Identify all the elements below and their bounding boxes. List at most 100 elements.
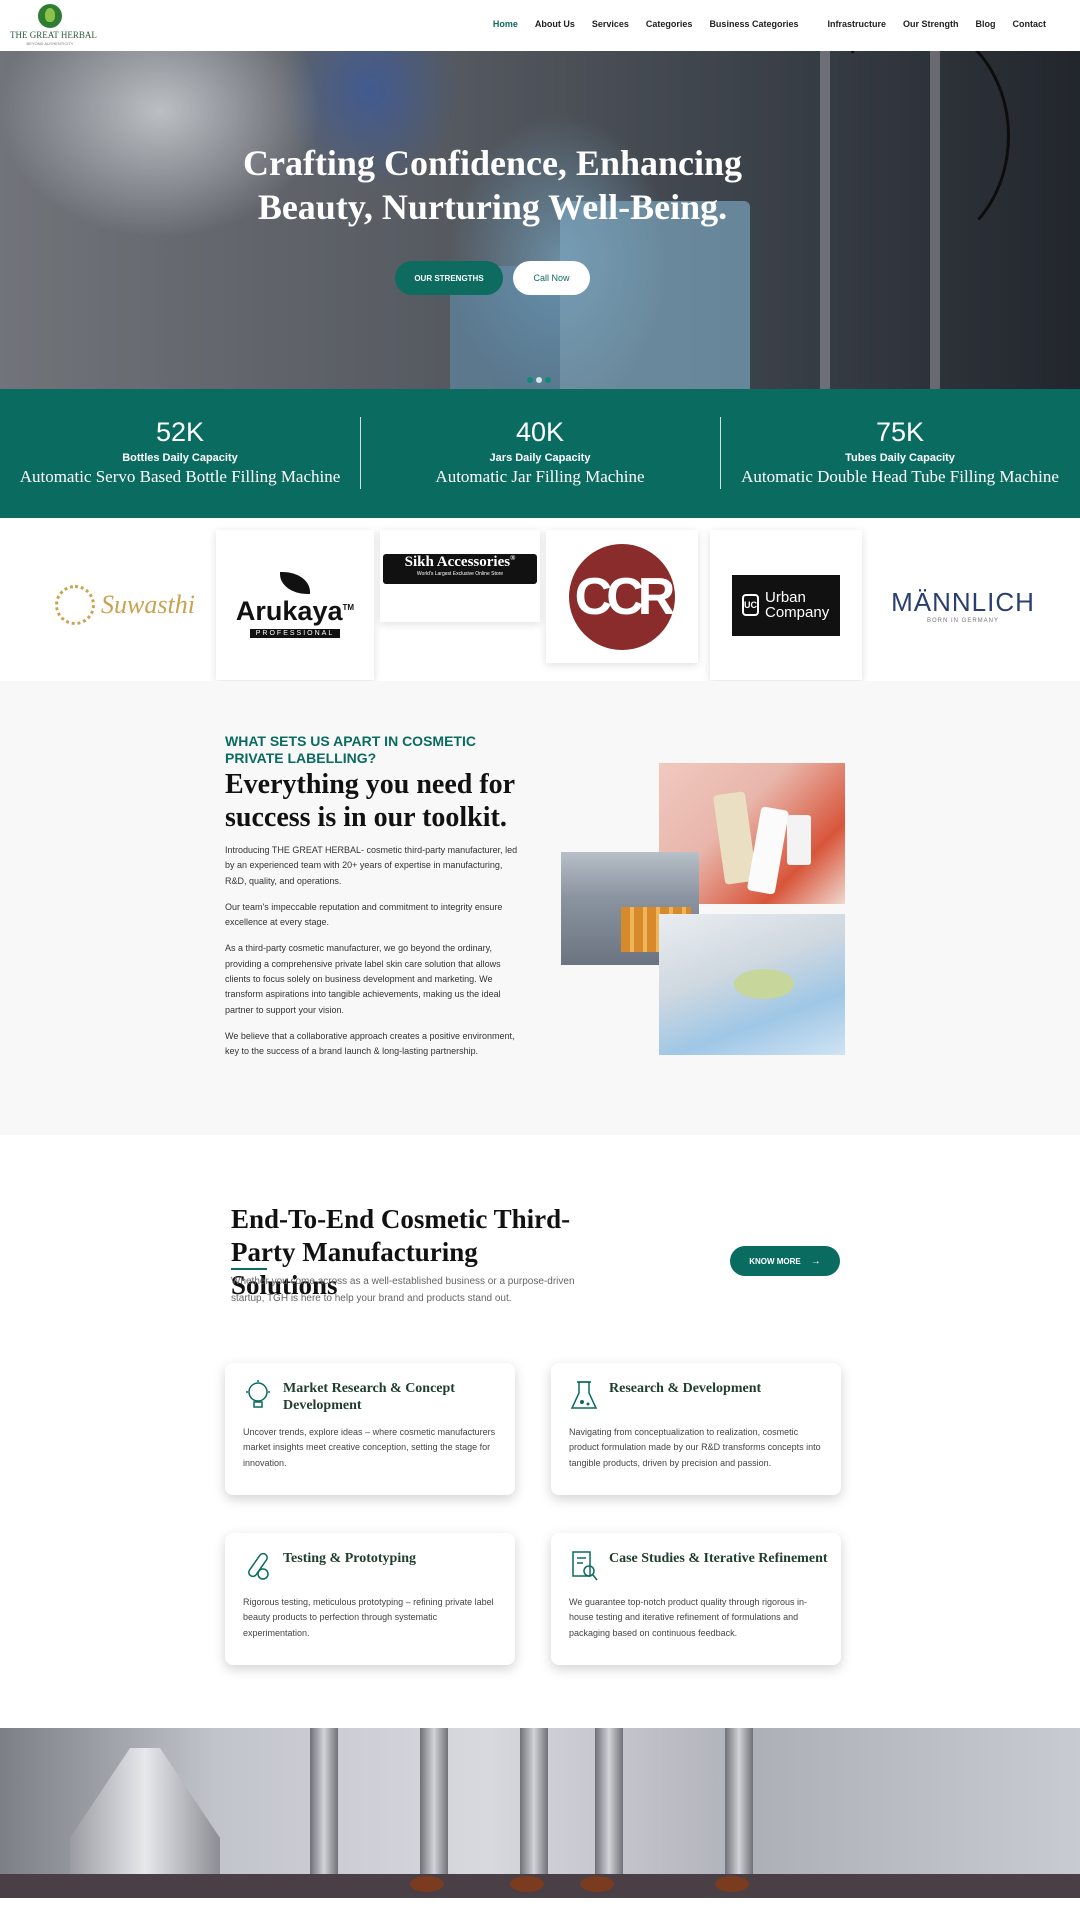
nav-home[interactable]: Home xyxy=(493,19,518,29)
ccr-wordmark: CCR xyxy=(569,543,675,650)
page-bottom-strip xyxy=(0,1898,1080,1920)
stat-label: Bottles Daily Capacity xyxy=(122,452,238,464)
urban-logo-box: UC Urban Company xyxy=(732,574,840,636)
nav-infrastructure[interactable]: Infrastructure xyxy=(827,19,886,29)
stat-bottles: 52K Bottles Daily Capacity Automatic Ser… xyxy=(0,389,360,518)
slider-dot-2[interactable] xyxy=(536,377,542,383)
brand-logo-suwasthi: Suwasthi xyxy=(40,530,210,680)
brand-logo-arukaya: ArukayaTM PROFESSIONAL xyxy=(216,530,374,680)
nav-about-us[interactable]: About Us xyxy=(535,19,575,29)
stat-description: Automatic Double Head Tube Filling Machi… xyxy=(741,467,1059,486)
suwasthi-emblem-icon xyxy=(55,585,96,625)
nav-categories[interactable]: Categories xyxy=(646,19,693,29)
service-card-testing-prototyping[interactable]: Testing & Prototyping Rigorous testing, … xyxy=(225,1533,515,1665)
lab-research-image xyxy=(659,914,845,1055)
logo-text: THE GREAT HERBAL xyxy=(10,30,97,40)
our-strengths-button[interactable]: OUR STRENGTHS xyxy=(395,261,503,295)
bottle-cap xyxy=(410,1876,444,1892)
solutions-section: End-To-End Cosmetic Third-Party Manufact… xyxy=(0,1135,1080,1728)
solutions-subtitle: Whether you come across as a well-establ… xyxy=(231,1276,575,1304)
card-text: We guarantee top-notch product quality t… xyxy=(569,1597,807,1638)
test-tube-icon xyxy=(248,1552,269,1580)
site-logo[interactable]: THE GREAT HERBAL BEYOND AUTHENTICITY xyxy=(10,4,97,48)
nav-services[interactable]: Services xyxy=(592,19,629,29)
slider-dot-1[interactable] xyxy=(527,377,533,383)
arrow-right-icon: → xyxy=(810,1255,821,1267)
logo-tagline: BEYOND AUTHENTICITY xyxy=(26,41,74,46)
brand-logo-sikh-accessories: Sikh Accessories® World's Largest Exclus… xyxy=(380,530,540,622)
card-title: Market Research & Concept Development xyxy=(283,1381,455,1413)
mannlich-wordmark: MÄNNLICH xyxy=(891,586,1035,617)
tree-logo-icon xyxy=(38,4,62,28)
sikh-name: Sikh Accessories xyxy=(404,554,511,570)
service-card-research-development[interactable]: Research & Development Navigating from c… xyxy=(551,1363,841,1495)
card-text: Rigorous testing, meticulous prototyping… xyxy=(243,1597,494,1638)
arukaya-subtitle: PROFESSIONAL xyxy=(249,629,341,638)
slider-dots xyxy=(527,377,554,383)
uc-icon: UC xyxy=(742,594,759,616)
bottle-cap xyxy=(580,1876,614,1892)
arukaya-trademark: TM xyxy=(342,603,355,612)
card-title: Testing & Prototyping xyxy=(283,1551,417,1566)
hero-slider: Crafting Confidence, Enhancing Beauty, N… xyxy=(0,51,1080,389)
section-eyebrow: WHAT SETS US APART IN COSMETIC PRIVATE L… xyxy=(225,733,476,766)
main-nav: Home About Us Services Categories Busine… xyxy=(476,19,1046,29)
nav-contact[interactable]: Contact xyxy=(1013,19,1047,29)
arukaya-wordmark: ArukayaTM xyxy=(236,596,354,627)
urban-wordmark: Urban Company xyxy=(765,589,830,621)
nav-our-strength[interactable]: Our Strength xyxy=(903,19,959,29)
stat-description: Automatic Jar Filling Machine xyxy=(435,467,645,486)
filling-nozzle xyxy=(310,1728,338,1898)
site-header: THE GREAT HERBAL BEYOND AUTHENTICITY Hom… xyxy=(0,0,1080,51)
card-text: Navigating from conceptualization to rea… xyxy=(569,1427,821,1468)
nav-blog[interactable]: Blog xyxy=(976,19,996,29)
brand-logo-mannlich: MÄNNLICH BORN IN GERMANY xyxy=(868,530,1058,680)
bottle-cap xyxy=(715,1876,749,1892)
petri-dish xyxy=(734,969,794,999)
about-paragraph-2: Our team's impeccable reputation and com… xyxy=(225,901,503,928)
know-more-label: KNOW MORE xyxy=(749,1256,801,1266)
about-paragraph-3: As a third-party cosmetic manufacturer, … xyxy=(225,943,501,1015)
arukaya-name: Arukaya xyxy=(235,596,343,626)
service-card-case-studies[interactable]: Case Studies & Iterative Refinement We g… xyxy=(551,1533,841,1665)
stat-label: Jars Daily Capacity xyxy=(489,452,591,464)
hero-title: Crafting Confidence, Enhancing Beauty, N… xyxy=(242,143,743,227)
client-logos: Suwasthi ArukayaTM PROFESSIONAL Sikh Acc… xyxy=(0,518,1080,681)
filling-nozzle xyxy=(420,1728,448,1898)
stat-description: Automatic Servo Based Bottle Filling Mac… xyxy=(19,467,341,486)
card-text: Uncover trends, explore ideas – where co… xyxy=(243,1427,496,1468)
leaf-icon xyxy=(280,572,310,594)
stat-value: 75K xyxy=(875,417,925,447)
about-paragraph-4: We believe that a collaborative approach… xyxy=(225,1030,515,1057)
brand-logo-urban-company: UC Urban Company xyxy=(710,530,862,680)
bottle-cap xyxy=(510,1876,544,1892)
stat-value: 52K xyxy=(155,417,205,447)
about-body: Introducing THE GREAT HERBAL- cosmetic t… xyxy=(225,843,525,1071)
capacity-stats: 52K Bottles Daily Capacity Automatic Ser… xyxy=(0,389,1080,518)
product-bottle xyxy=(787,815,811,865)
filling-nozzle xyxy=(595,1728,623,1898)
sikh-wordmark: Sikh Accessories® xyxy=(383,554,537,571)
service-card-market-research[interactable]: Market Research & Concept Development Un… xyxy=(225,1363,515,1495)
document-search-icon xyxy=(572,1551,598,1581)
sikh-logo-box: Sikh Accessories® World's Largest Exclus… xyxy=(383,554,537,584)
slider-dot-3[interactable] xyxy=(545,377,551,383)
nav-business-categories[interactable]: Business Categories xyxy=(709,19,798,29)
know-more-button[interactable]: KNOW MORE → xyxy=(730,1246,840,1276)
about-paragraph-1: Introducing THE GREAT HERBAL- cosmetic t… xyxy=(225,845,518,886)
stat-jars: 40K Jars Daily Capacity Automatic Jar Fi… xyxy=(360,389,720,518)
brand-logo-ccr: CCR xyxy=(546,530,698,663)
about-title: Everything you need for success is in ou… xyxy=(225,769,515,833)
machinery-banner-image xyxy=(0,1728,1080,1898)
product-tube xyxy=(746,806,790,895)
lightbulb-icon xyxy=(246,1380,270,1408)
stat-tubes: 75K Tubes Daily Capacity Automatic Doubl… xyxy=(720,389,1080,518)
mannlich-subtitle: BORN IN GERMANY xyxy=(926,617,999,624)
flask-icon xyxy=(570,1381,598,1409)
call-now-button[interactable]: Call Now xyxy=(513,261,590,295)
card-title: Research & Development xyxy=(609,1381,762,1396)
stat-value: 40K xyxy=(515,417,565,447)
title-underline xyxy=(231,1268,267,1270)
suwasthi-wordmark: Suwasthi xyxy=(101,590,195,619)
sikh-registered-mark: ® xyxy=(510,554,516,562)
